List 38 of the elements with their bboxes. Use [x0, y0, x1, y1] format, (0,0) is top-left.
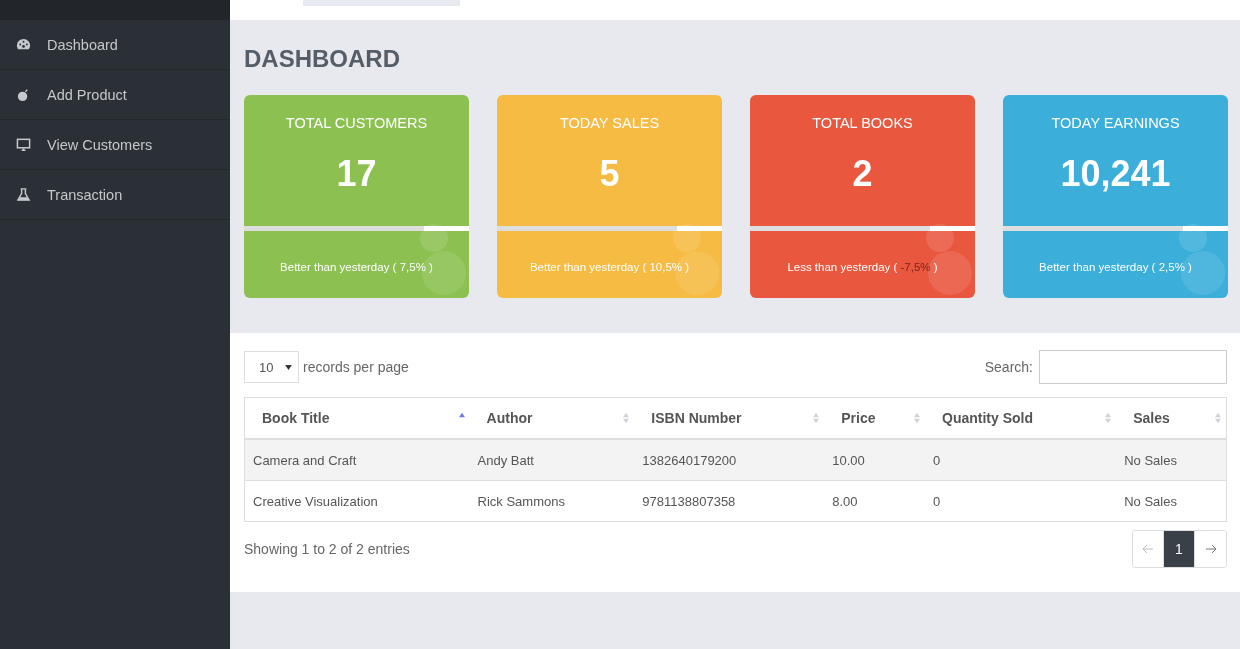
- table-cell: No Sales: [1116, 480, 1227, 522]
- flask-icon: [16, 187, 31, 202]
- table-info: Showing 1 to 2 of 2 entries: [244, 541, 410, 557]
- table-cell: 1382640179200: [634, 439, 825, 481]
- table-cell: Rick Sammons: [469, 480, 635, 522]
- stat-value: 2: [851, 152, 874, 196]
- left-arrow-icon: [1142, 544, 1154, 554]
- stat-caption: Less than yesterday ( -7,5% ): [786, 261, 939, 273]
- table-cell: Andy Batt: [469, 439, 635, 481]
- stat-caption: Better than yesterday ( 2,5% ): [1038, 261, 1193, 273]
- dashboard-icon: [16, 37, 31, 52]
- table-cell: Creative Visualization: [244, 480, 470, 522]
- page-size-label: records per page: [303, 359, 409, 375]
- table-cell: 9781138807358: [634, 480, 825, 522]
- search-label: Search:: [984, 359, 1033, 375]
- stat-caption: Better than yesterday ( 10,5% ): [528, 261, 691, 273]
- stat-title: TOTAL BOOKS: [811, 115, 914, 131]
- caret-icon: [285, 364, 292, 370]
- table-cell: 0: [925, 480, 1117, 522]
- stat-value: 5: [598, 152, 621, 196]
- table-cell: 0: [925, 439, 1117, 481]
- monitor-icon: [16, 137, 31, 152]
- stat-value: 17: [335, 152, 378, 196]
- stat-value: 10,241: [1059, 152, 1172, 196]
- table-cell: 8.00: [824, 480, 925, 522]
- table-cell: No Sales: [1116, 439, 1227, 481]
- page-size-select[interactable]: 10: [244, 351, 299, 383]
- stat-caption: Better than yesterday ( 7,5% ): [279, 261, 434, 273]
- stat-title: TOTAL CUSTOMERS: [284, 115, 429, 131]
- bomb-icon: [16, 87, 31, 102]
- stat-title: TODAY SALES: [558, 115, 661, 131]
- page-title: DASHBOARD: [244, 44, 401, 74]
- search-field[interactable]: [1039, 350, 1227, 384]
- stat-title: TODAY EARNINGS: [1050, 115, 1181, 131]
- table-cell: Camera and Craft: [244, 439, 470, 481]
- right-arrow-icon: [1204, 544, 1217, 554]
- table-cell: 10.00: [824, 439, 925, 481]
- page-button[interactable]: 1: [1164, 531, 1195, 567]
